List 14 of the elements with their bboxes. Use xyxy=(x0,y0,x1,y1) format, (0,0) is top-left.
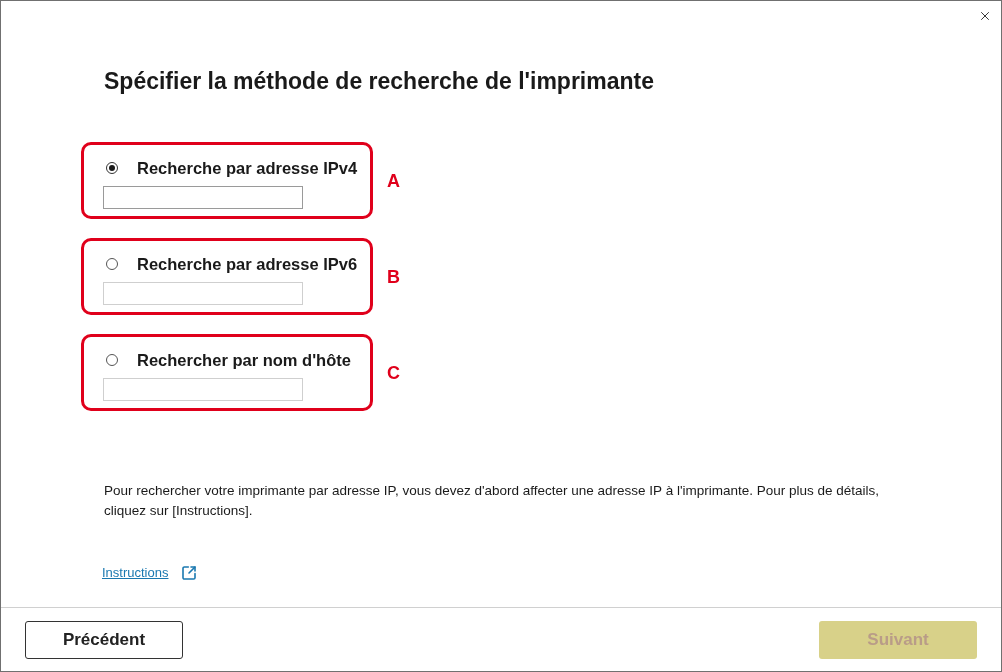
input-field[interactable] xyxy=(103,186,303,209)
callout-letter: B xyxy=(387,265,400,288)
back-button[interactable]: Précédent xyxy=(25,620,183,659)
callout-letter: C xyxy=(387,361,400,384)
radio-label[interactable]: Recherche par adresse IPv4 xyxy=(137,158,358,178)
callout-letter: A xyxy=(387,169,400,192)
radio-label[interactable]: Recherche par adresse IPv6 xyxy=(137,254,358,274)
radio-label[interactable]: Rechercher par nom d'hôte xyxy=(137,350,351,370)
external-link-icon xyxy=(181,565,198,581)
close-icon xyxy=(978,9,992,23)
page-title: Spécifier la méthode de recherche de l'imprimante xyxy=(104,67,654,95)
instructions-link[interactable]: Instructions xyxy=(102,565,169,581)
info-text: Pour rechercher votre imprimante par adresse IP, vous devez d'abord affecter une adresse IP à l'imprimante. Pour plus de détails, cliquez sur [Instructions]. xyxy=(104,482,881,520)
close-button[interactable] xyxy=(978,9,992,23)
